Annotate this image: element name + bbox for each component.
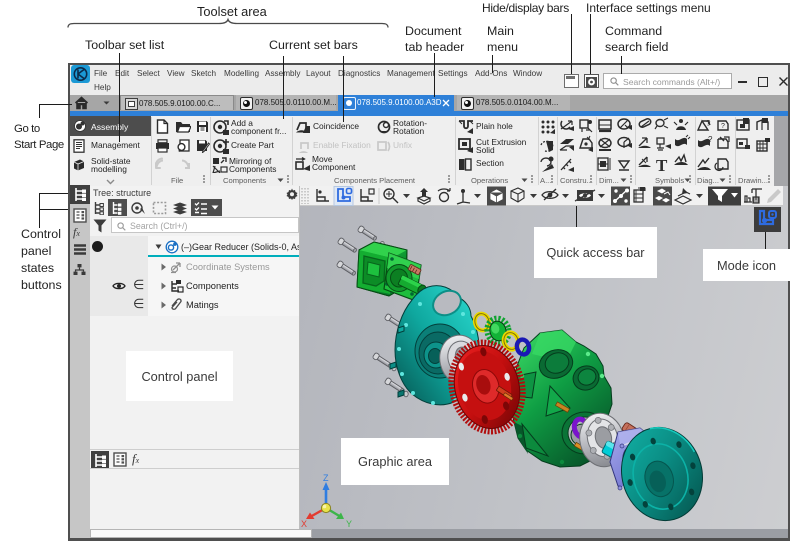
svg-text:?: ?: [706, 119, 711, 128]
svg-text:?: ?: [721, 123, 725, 130]
svg-text:X: X: [301, 519, 307, 529]
svg-text:Z: Z: [323, 473, 329, 483]
svg-text:Y: Y: [346, 519, 352, 529]
svg-text:T: T: [656, 156, 668, 174]
svg-text:?: ?: [708, 135, 713, 144]
